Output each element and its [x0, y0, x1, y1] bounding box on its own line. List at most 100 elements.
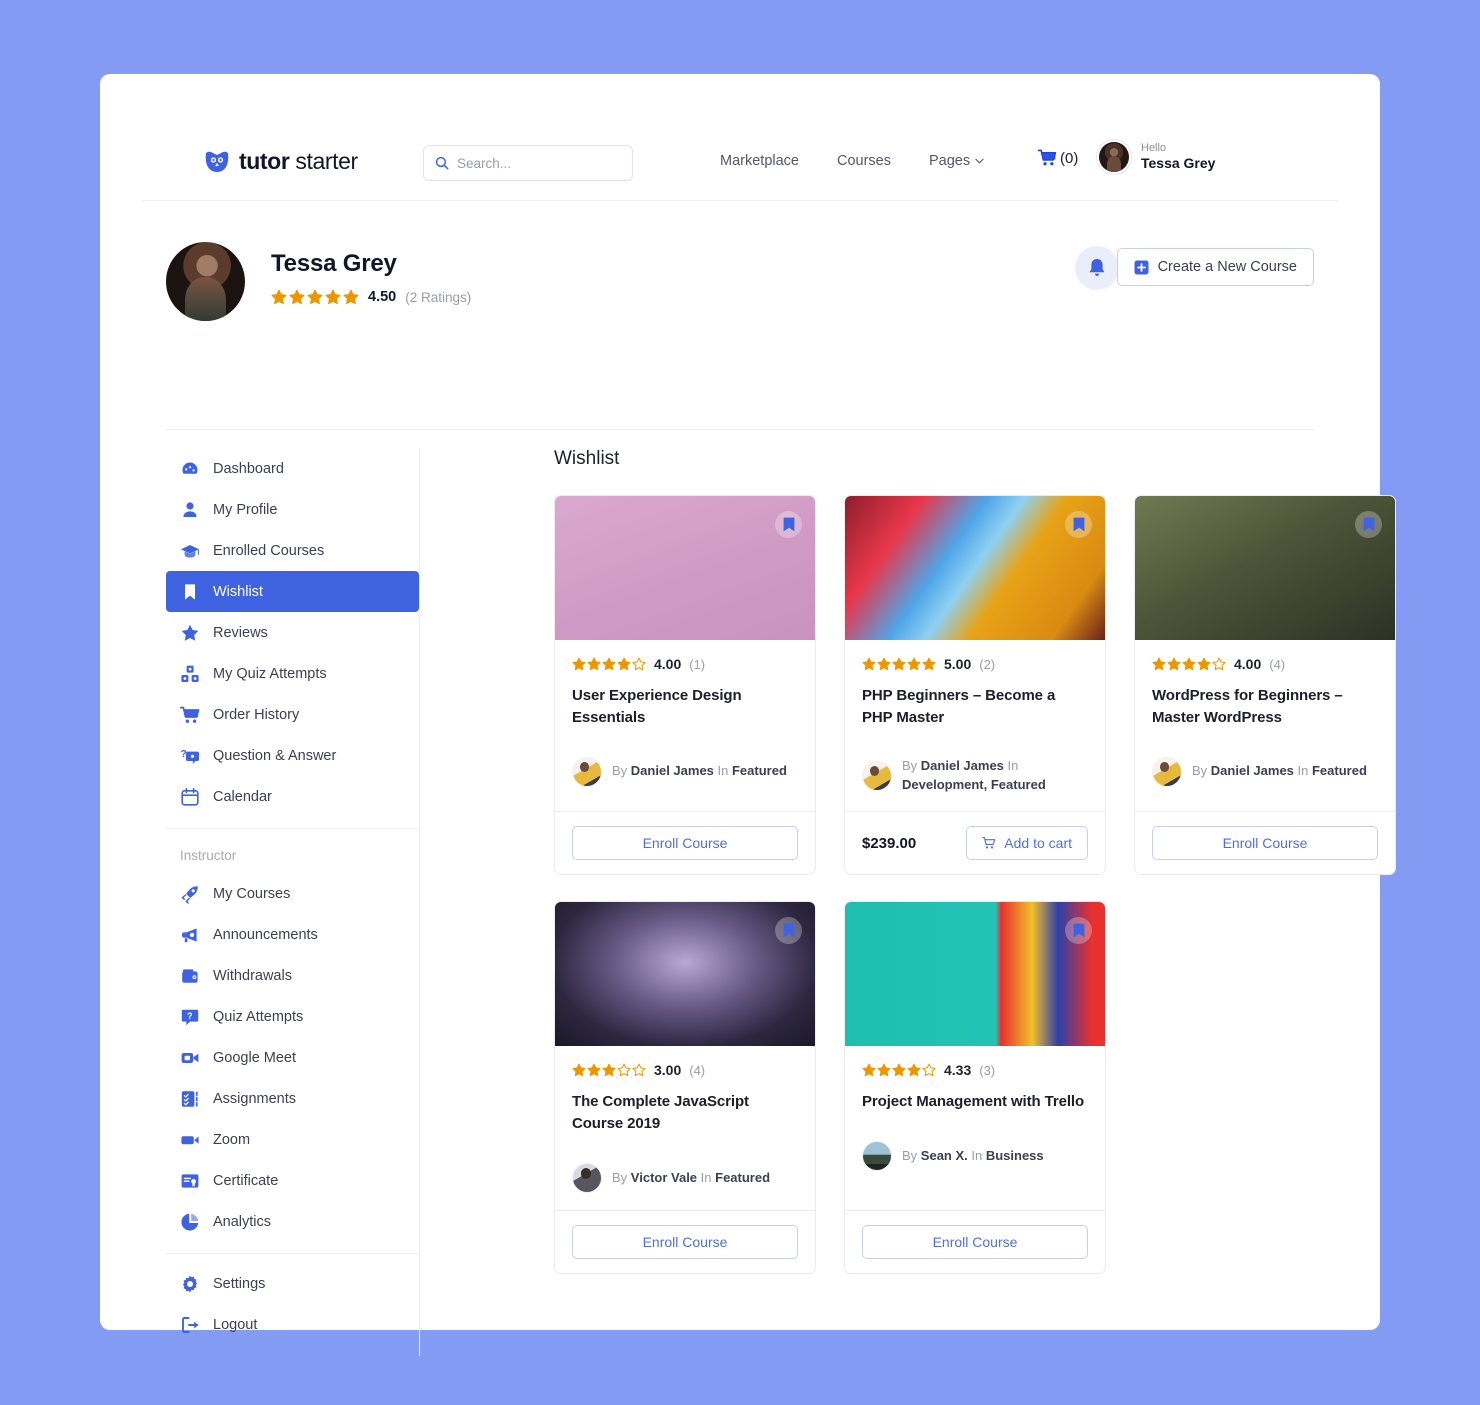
cart-icon	[1038, 149, 1057, 166]
enroll-course-button[interactable]: Enroll Course	[572, 1225, 798, 1260]
course-category[interactable]: Featured	[732, 763, 787, 778]
course-title[interactable]: WordPress for Beginners – Master WordPre…	[1152, 685, 1378, 729]
rating-stars	[862, 1063, 936, 1077]
bookmark-button[interactable]	[1065, 917, 1092, 945]
course-card-user-experience-design-essentials[interactable]: 4.00 (1) User Experience Design Essentials…	[554, 495, 816, 876]
rating-value: 3.00	[654, 1062, 682, 1079]
in-label: In	[1003, 757, 1019, 773]
rating-stars	[862, 657, 936, 671]
course-card-php-beginners-become-a-php-master[interactable]: 5.00 (2) PHP Beginners – Become a PHP Mast…	[844, 495, 1106, 876]
sidebar-item-question-answer[interactable]: ? Question & Answer	[166, 735, 419, 776]
by-label: By	[612, 763, 631, 779]
profile-avatar	[166, 242, 245, 321]
enroll-course-button[interactable]: Enroll Course	[862, 1225, 1088, 1260]
sidebar-item-analytics[interactable]: Analytics	[166, 1201, 419, 1242]
sidebar-item-enrolled-courses[interactable]: Enrolled Courses	[166, 530, 419, 571]
course-category[interactable]: Development, Featured	[902, 777, 1046, 792]
in-label: In	[697, 1169, 716, 1185]
sidebar-item-calendar[interactable]: Calendar	[166, 776, 419, 817]
rating-count: (4)	[689, 1062, 706, 1078]
course-card-body: 4.00 (1) User Experience Design Essentials…	[555, 640, 815, 811]
course-title[interactable]: The Complete JavaScript Course 2019	[572, 1091, 798, 1135]
cart-icon	[180, 706, 200, 723]
brand-name: tutor starter	[239, 148, 358, 175]
nav-link-pages[interactable]: Pages	[929, 153, 984, 169]
sidebar-item-zoom[interactable]: Zoom	[166, 1119, 419, 1160]
course-rating: 4.00 (4)	[1152, 656, 1378, 672]
star-icon	[271, 289, 287, 305]
sidebar-item-label: Withdrawals	[213, 967, 292, 984]
sidebar-item-withdrawals[interactable]: Withdrawals	[166, 955, 419, 996]
user-menu[interactable]: Hello Tessa Grey	[1096, 139, 1215, 175]
add-to-cart-button[interactable]: Add to cart	[966, 826, 1088, 861]
nav-link-marketplace[interactable]: Marketplace	[720, 153, 799, 169]
main-nav-links: Marketplace Courses Pages	[720, 153, 984, 169]
sidebar-section-instructor: Instructor	[180, 848, 237, 863]
author-avatar	[572, 756, 602, 787]
star-icon	[922, 1063, 936, 1077]
author-name[interactable]: Daniel James	[1211, 763, 1294, 778]
search-box[interactable]	[423, 145, 633, 181]
course-category[interactable]: Featured	[715, 1170, 770, 1185]
sidebar-item-wishlist[interactable]: Wishlist	[166, 571, 419, 612]
create-new-course-button[interactable]: Create a New Course	[1116, 248, 1314, 286]
avatar	[1096, 139, 1132, 175]
course-card-project-management-with-trello[interactable]: 4.33 (3) Project Management with Trello By …	[844, 901, 1106, 1275]
course-title[interactable]: User Experience Design Essentials	[572, 685, 798, 729]
bookmark-button[interactable]	[775, 511, 802, 538]
author-avatar	[572, 1163, 602, 1194]
bookmark-button[interactable]	[775, 917, 802, 945]
header-divider	[166, 429, 1314, 430]
course-category[interactable]: Featured	[1312, 763, 1367, 778]
top-navigation-bar	[142, 74, 1338, 201]
video-camera-icon	[181, 1052, 199, 1063]
sidebar-item-my-courses[interactable]: My Courses	[166, 873, 419, 914]
notifications-button[interactable]	[1075, 246, 1119, 290]
search-input[interactable]	[457, 155, 621, 171]
sidebar-item-my-quiz-attempts[interactable]: My Quiz Attempts	[166, 653, 419, 694]
star-icon	[343, 289, 359, 305]
author-name[interactable]: Daniel James	[631, 763, 714, 778]
bookmark-filled-icon	[783, 924, 794, 938]
sidebar-item-google-meet[interactable]: Google Meet	[166, 1037, 419, 1078]
user-name-label: Tessa Grey	[1141, 154, 1216, 171]
nav-link-pages-label: Pages	[928, 153, 971, 169]
bookmark-button[interactable]	[1355, 511, 1382, 538]
nav-link-courses[interactable]: Courses	[837, 153, 891, 169]
plus-square-icon	[1134, 260, 1149, 274]
cart-button[interactable]: (0)	[1038, 149, 1078, 167]
bookmark-button[interactable]	[1065, 511, 1092, 538]
star-icon	[1167, 657, 1181, 671]
sidebar-item-label: Settings	[213, 1275, 266, 1292]
star-icon	[862, 1063, 876, 1077]
rating-stars	[572, 1063, 646, 1077]
sidebar-item-logout[interactable]: Logout	[166, 1304, 419, 1345]
course-thumbnail	[1135, 496, 1395, 640]
enroll-course-button[interactable]: Enroll Course	[1152, 826, 1378, 861]
author-name[interactable]: Daniel James	[921, 758, 1004, 773]
author-name[interactable]: Victor Vale	[631, 1170, 697, 1185]
sidebar-item-reviews[interactable]: Reviews	[166, 612, 419, 653]
course-title[interactable]: Project Management with Trello	[862, 1091, 1088, 1113]
sidebar-item-settings[interactable]: Settings	[166, 1263, 419, 1304]
sidebar-item-order-history[interactable]: Order History	[166, 694, 419, 735]
course-card-body: 4.33 (3) Project Management with Trello By …	[845, 1046, 1105, 1210]
sidebar-item-assignments[interactable]: Assignments	[166, 1078, 419, 1119]
sidebar-item-label: Analytics	[213, 1213, 272, 1230]
course-title[interactable]: PHP Beginners – Become a PHP Master	[862, 685, 1088, 729]
brand-logo-link[interactable]: tutor starter	[204, 148, 358, 175]
course-card-wordpress-for-beginners-master-wordpress[interactable]: 4.00 (4) WordPress for Beginners – Master …	[1134, 495, 1396, 876]
star-icon	[587, 657, 601, 671]
author-name[interactable]: Sean X.	[921, 1148, 968, 1163]
enroll-course-button[interactable]: Enroll Course	[572, 826, 798, 861]
course-card-the-complete-javascript-course-2019[interactable]: 3.00 (4) The Complete JavaScript Course 20…	[554, 901, 816, 1275]
bell-icon	[1089, 259, 1105, 276]
course-category[interactable]: Business	[986, 1148, 1044, 1163]
bookmark-filled-icon	[1073, 517, 1084, 532]
sidebar-item-my-profile[interactable]: My Profile	[166, 489, 419, 530]
sidebar-item-quiz-attempts[interactable]: ? Quiz Attempts	[166, 996, 419, 1037]
sidebar-item-certificate[interactable]: Certificate	[166, 1160, 419, 1201]
star-icon	[922, 657, 936, 671]
sidebar-item-dashboard[interactable]: Dashboard	[166, 448, 419, 489]
sidebar-item-announcements[interactable]: Announcements	[166, 914, 419, 955]
